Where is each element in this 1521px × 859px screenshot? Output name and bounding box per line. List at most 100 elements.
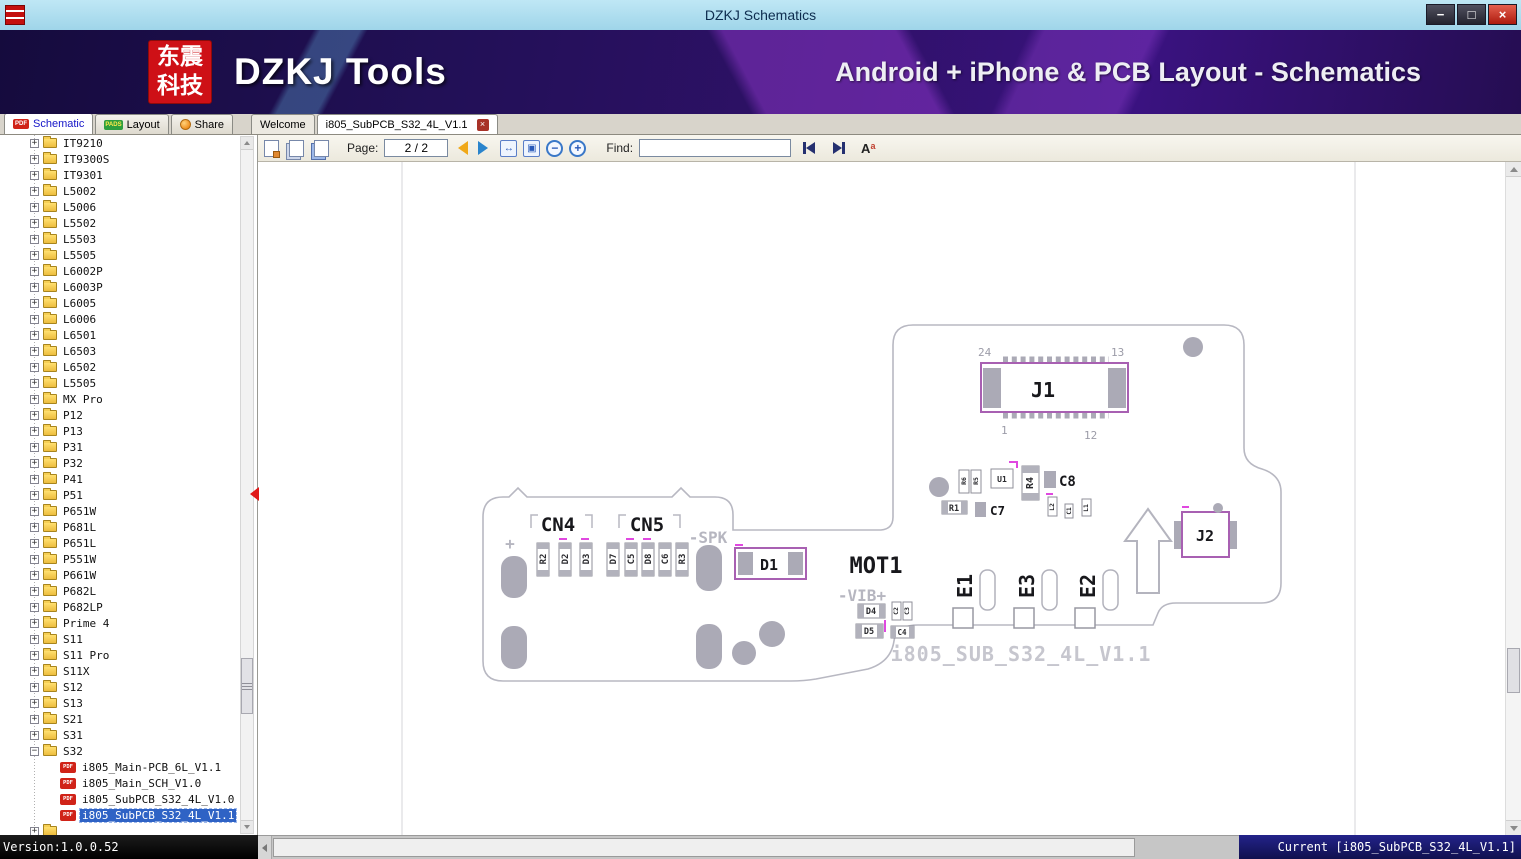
- expand-icon[interactable]: +: [30, 586, 39, 596]
- tree-folder-l5006[interactable]: + L5006: [0, 199, 239, 215]
- tree-folder-l6002p[interactable]: + L6002P: [0, 263, 239, 279]
- expand-icon[interactable]: +: [30, 346, 39, 356]
- tab-document-active[interactable]: i805_SubPCB_S32_4L_V1.1 ×: [316, 114, 498, 134]
- tree-folder-l6006[interactable]: + L6006: [0, 311, 239, 327]
- tree-folder-s21[interactable]: + S21: [0, 711, 239, 727]
- canvas-hscrollbar[interactable]: [258, 835, 1239, 859]
- scroll-up-icon[interactable]: [241, 137, 253, 150]
- tree-scrollbar[interactable]: [240, 136, 254, 834]
- expand-icon[interactable]: +: [30, 138, 39, 148]
- tree-folder-l6003p[interactable]: + L6003P: [0, 279, 239, 295]
- copy-page-icon[interactable]: [289, 139, 304, 157]
- tree-folder-it9300s[interactable]: + IT9300S: [0, 151, 239, 167]
- collapse-icon[interactable]: −: [30, 746, 39, 756]
- fit-page-icon[interactable]: ▣: [523, 139, 541, 157]
- tree-folder-p682lp[interactable]: + P682LP: [0, 599, 239, 615]
- tab-close-icon[interactable]: ×: [476, 118, 489, 131]
- expand-icon[interactable]: +: [30, 442, 39, 452]
- expand-icon[interactable]: +: [30, 266, 39, 276]
- expand-icon[interactable]: +: [30, 202, 39, 212]
- find-next-icon[interactable]: [829, 141, 847, 155]
- expand-icon[interactable]: +: [30, 234, 39, 244]
- splitter-collapse-arrow[interactable]: [250, 487, 259, 501]
- tree-folder-p682l[interactable]: + P682L: [0, 583, 239, 599]
- scroll-down-icon[interactable]: [1506, 820, 1521, 835]
- expand-icon[interactable]: +: [30, 730, 39, 740]
- tab-share[interactable]: Share: [170, 114, 233, 134]
- expand-icon[interactable]: +: [30, 410, 39, 420]
- expand-icon[interactable]: +: [30, 170, 39, 180]
- expand-icon[interactable]: +: [30, 698, 39, 708]
- expand-icon[interactable]: +: [30, 602, 39, 612]
- expand-icon[interactable]: +: [30, 522, 39, 532]
- tree-folder-l5502[interactable]: + L5502: [0, 215, 239, 231]
- expand-icon[interactable]: +: [30, 618, 39, 628]
- fit-width-icon[interactable]: ↔: [500, 139, 518, 157]
- tree-folder-p41[interactable]: + P41: [0, 471, 239, 487]
- tree-folder-l5503[interactable]: + L5503: [0, 231, 239, 247]
- tree-folder-p32[interactable]: + P32: [0, 455, 239, 471]
- pdf-canvas[interactable]: J1 24 13 1 12 CN4 CN5 + -SPK -VIB+ R2 D2…: [258, 162, 1521, 835]
- tree-folder-s32[interactable]: − S32: [0, 743, 239, 759]
- expand-icon[interactable]: +: [30, 826, 39, 835]
- tree-folder-it9210[interactable]: + IT9210: [0, 135, 239, 151]
- scroll-left-icon[interactable]: [258, 836, 272, 859]
- page-view-icon[interactable]: [264, 139, 280, 158]
- expand-icon[interactable]: +: [30, 330, 39, 340]
- tree-folder-s11x[interactable]: + S11X: [0, 663, 239, 679]
- snapshot-icon[interactable]: [314, 139, 329, 157]
- tree-file[interactable]: PDF i805_Main-PCB_6L_V1.1: [0, 759, 239, 775]
- tree-folder-p651l[interactable]: + P651L: [0, 535, 239, 551]
- tree-folder-p12[interactable]: + P12: [0, 407, 239, 423]
- tree-folder-l6005[interactable]: + L6005: [0, 295, 239, 311]
- expand-icon[interactable]: +: [30, 506, 39, 516]
- tree-scroll-thumb[interactable]: [241, 658, 253, 714]
- tree-folder-it9301[interactable]: + IT9301: [0, 167, 239, 183]
- tree-folder-l5505[interactable]: + L5505: [0, 375, 239, 391]
- close-button[interactable]: ×: [1488, 4, 1517, 25]
- tab-schematic[interactable]: PDF Schematic: [4, 113, 94, 134]
- tree-folder-s13[interactable]: + S13: [0, 695, 239, 711]
- expand-icon[interactable]: +: [30, 474, 39, 484]
- next-page-icon[interactable]: [478, 141, 489, 155]
- expand-icon[interactable]: +: [30, 714, 39, 724]
- zoom-out-icon[interactable]: −: [546, 139, 564, 157]
- page-number-input[interactable]: [384, 139, 449, 157]
- expand-icon[interactable]: +: [30, 554, 39, 564]
- expand-icon[interactable]: +: [30, 154, 39, 164]
- tree-folder-p31[interactable]: + P31: [0, 439, 239, 455]
- expand-icon[interactable]: +: [30, 426, 39, 436]
- tree-file-selected[interactable]: PDF i805_SubPCB_S32_4L_V1.1: [0, 807, 239, 823]
- expand-icon[interactable]: +: [30, 666, 39, 676]
- tree-folder-l6501[interactable]: + L6501: [0, 327, 239, 343]
- expand-icon[interactable]: +: [30, 362, 39, 372]
- prev-page-icon[interactable]: [458, 141, 469, 155]
- tree-folder-s12[interactable]: + S12: [0, 679, 239, 695]
- canvas-vscroll-thumb[interactable]: [1507, 648, 1520, 693]
- scroll-down-icon[interactable]: [241, 820, 253, 833]
- tree-folder-l6502[interactable]: + L6502: [0, 359, 239, 375]
- tree-folder-p651w[interactable]: + P651W: [0, 503, 239, 519]
- expand-icon[interactable]: +: [30, 218, 39, 228]
- find-prev-icon[interactable]: [801, 141, 819, 155]
- expand-icon[interactable]: +: [30, 458, 39, 468]
- tree-folder-l5002[interactable]: + L5002: [0, 183, 239, 199]
- tree-folder-p661w[interactable]: + P661W: [0, 567, 239, 583]
- tree-folder-s11-pro[interactable]: + S11 Pro: [0, 647, 239, 663]
- tree-file[interactable]: PDF i805_Main_SCH_V1.0: [0, 775, 239, 791]
- canvas-vscrollbar[interactable]: [1505, 162, 1521, 835]
- tree-folder-p551w[interactable]: + P551W: [0, 551, 239, 567]
- tree-folder-p51[interactable]: + P51: [0, 487, 239, 503]
- expand-icon[interactable]: +: [30, 394, 39, 404]
- tree-folder-l6503[interactable]: + L6503: [0, 343, 239, 359]
- expand-icon[interactable]: +: [30, 378, 39, 388]
- tree-folder-l5505[interactable]: + L5505: [0, 247, 239, 263]
- tree-folder-partial[interactable]: +: [0, 823, 239, 835]
- find-input[interactable]: [639, 139, 792, 157]
- expand-icon[interactable]: +: [30, 314, 39, 324]
- expand-icon[interactable]: +: [30, 250, 39, 260]
- tree-folder-p13[interactable]: + P13: [0, 423, 239, 439]
- tree-folder-prime-4[interactable]: + Prime 4: [0, 615, 239, 631]
- tab-layout[interactable]: PADS Layout: [95, 114, 169, 134]
- expand-icon[interactable]: +: [30, 282, 39, 292]
